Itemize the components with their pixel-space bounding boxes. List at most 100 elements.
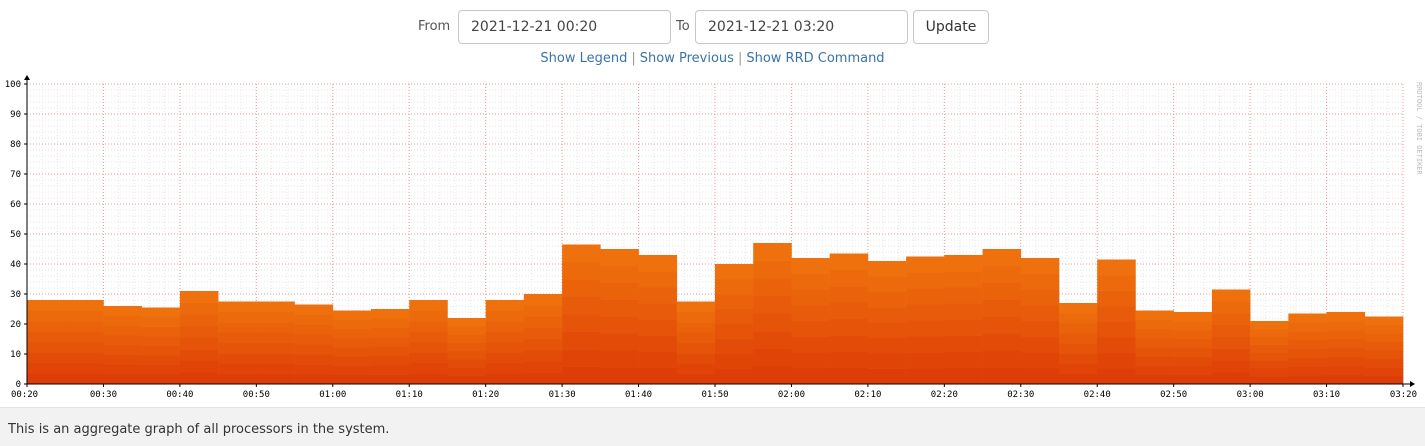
from-date-input[interactable]: 2021-12-21 00:20 [458,10,671,44]
area-band [676,373,716,385]
area-band [982,333,1022,351]
area-band [600,249,639,267]
area-band [27,321,66,332]
area-band [1211,324,1251,338]
y-tick-label: 0 [16,380,21,390]
area-band [523,361,563,374]
area-band [1364,358,1404,368]
area-band [179,360,219,373]
area-band [1326,339,1366,349]
area-band [715,339,754,355]
area-band [1288,331,1327,341]
area-band [791,321,830,338]
area-band [1135,374,1174,385]
area-band [218,373,257,385]
x-tick-label: 00:30 [90,390,117,400]
area-band [600,350,639,368]
show-previous-link[interactable]: Show Previous [640,51,734,66]
area-band [715,369,754,385]
area-band [638,367,678,385]
area-band [141,345,181,356]
area-band [1097,321,1136,338]
area-band [791,289,830,306]
area-band [867,276,907,293]
area-band [1135,328,1174,339]
x-tick-labels: 00:20 00:30 00:40 00:50 01:00 01:10 01:20 01:30… [11,390,1417,400]
area-band [829,302,869,320]
area-band [562,261,601,280]
y-tick-labels: 0 10 20 30 40 50 60 70 80 90 100 [5,80,21,390]
area-band [1288,366,1327,376]
area-band [371,318,410,329]
area-band [294,324,334,335]
area-band [676,363,716,374]
show-rrd-command-link[interactable]: Show RRD Command [746,51,884,66]
show-legend-link[interactable]: Show Legend [540,51,627,66]
y-axis-arrow [24,75,30,80]
area-band [523,372,563,385]
x-tick-label: 02:00 [778,390,805,400]
area-band [944,287,983,304]
y-tick-label: 50 [10,230,21,240]
area-band [600,299,639,317]
update-button[interactable]: Update [913,10,989,44]
to-date-input[interactable]: 2021-12-21 03:20 [695,10,908,44]
area-band [676,353,716,364]
area-band [256,311,295,323]
area-band [1097,290,1136,307]
area-band [1059,343,1098,354]
area-band [638,351,678,369]
area-band [179,337,219,350]
area-band [638,319,678,336]
area-band [1326,357,1366,367]
area-band [179,302,219,315]
area-band [982,282,1022,300]
area-band [65,331,104,343]
x-tick-label: 01:50 [701,390,728,400]
area-band [485,300,525,311]
area-band [523,327,563,340]
link-separator: | [737,51,743,66]
area-band [141,326,181,337]
y-tick-label: 80 [10,140,21,150]
area-band [141,364,181,375]
area-band [332,365,372,376]
area-band [141,317,181,327]
area-band [103,325,142,336]
area-band [1326,330,1366,340]
area-band [371,374,410,385]
area-band [600,367,639,385]
area-band [103,315,142,326]
area-band [1135,365,1174,376]
area-band [1326,366,1366,376]
area-band [1364,333,1404,343]
area-band [103,364,142,375]
area-band [867,353,907,369]
area-band [1097,352,1136,369]
x-tick-label: 01:20 [472,390,499,400]
x-tick-label: 00:20 [11,390,38,400]
area-band [1059,373,1098,385]
area-band [65,352,104,364]
area-band [791,336,830,353]
to-label: To [676,19,690,34]
area-band [562,349,601,367]
rrdtool-watermark: RRDTOOL / TOBI OETIKER [1415,82,1423,176]
area-band [371,365,410,375]
area-band [485,373,525,385]
area-band [1173,330,1213,340]
area-band [523,316,563,329]
area-band [447,334,486,344]
area-band [829,351,869,368]
area-band [218,342,257,354]
area-band [371,309,410,319]
area-band [753,260,792,279]
area-band [447,326,486,335]
area-band [638,335,678,353]
area-band [27,300,66,311]
area-band [332,347,372,357]
area-band [27,373,66,385]
area-band [1250,360,1289,369]
area-band [409,352,448,364]
area-band [1135,347,1174,357]
